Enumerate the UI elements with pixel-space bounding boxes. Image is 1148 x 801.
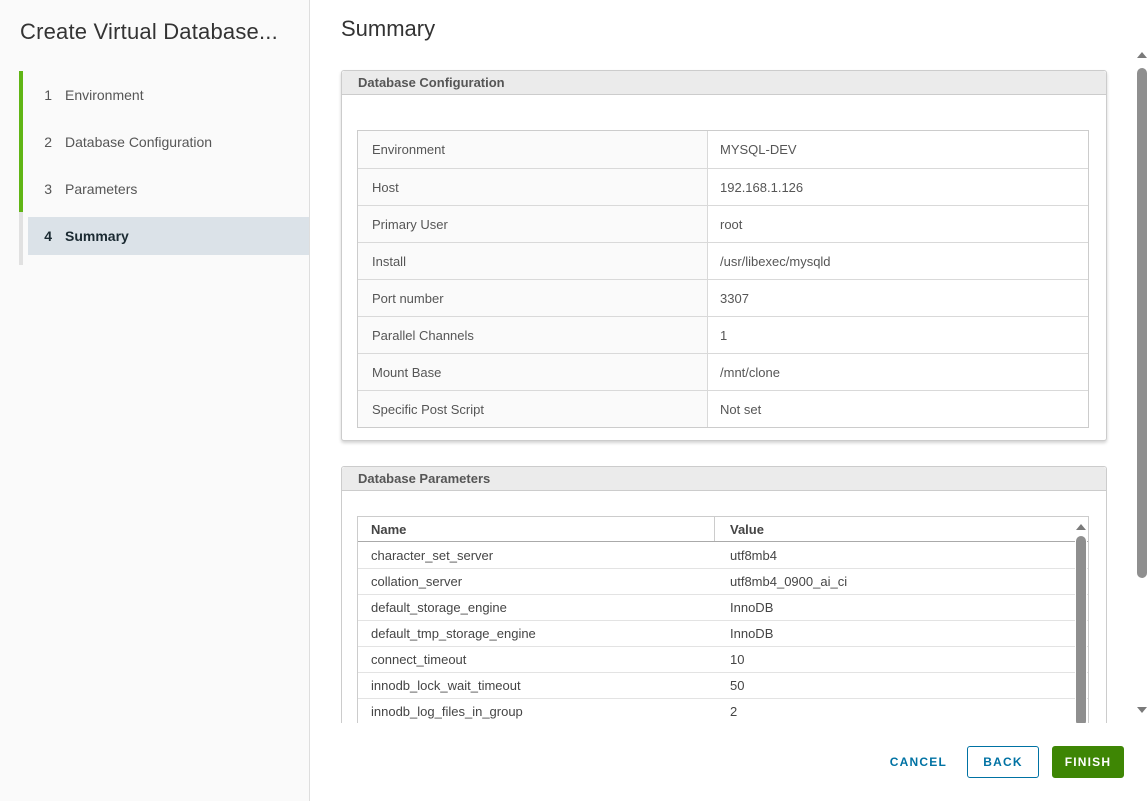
row-label: Install — [358, 243, 708, 279]
table-row: Host 192.168.1.126 — [358, 168, 1088, 205]
page-title: Summary — [341, 16, 435, 42]
table-row: Install /usr/libexec/mysqld — [358, 242, 1088, 279]
scroll-up-icon[interactable] — [1137, 52, 1147, 58]
row-label: Host — [358, 169, 708, 205]
step-summary-selected[interactable]: 4 Summary — [28, 217, 309, 255]
table-row: connect_timeout 10 — [358, 646, 1088, 672]
param-value: utf8mb4_0900_ai_ci — [714, 569, 1088, 594]
scrollbar-thumb[interactable] — [1137, 68, 1147, 578]
param-name: default_storage_engine — [358, 595, 714, 620]
param-name: default_tmp_storage_engine — [358, 621, 714, 646]
database-configuration-panel-body: Environment MYSQL-DEV Host 192.168.1.126… — [342, 95, 1106, 440]
row-label: Port number — [358, 280, 708, 316]
create-virtual-database-wizard: Create Virtual Database... 1 Environment… — [0, 0, 1148, 801]
scrollbar-thumb[interactable] — [1076, 536, 1086, 723]
row-label: Environment — [358, 131, 708, 168]
row-label: Specific Post Script — [358, 391, 708, 427]
wizard-step-list: 1 Environment 2 Database Configuration 3… — [0, 71, 309, 255]
scroll-up-icon[interactable] — [1076, 524, 1086, 530]
row-label: Primary User — [358, 206, 708, 242]
step-parameters[interactable]: 3 Parameters — [0, 165, 309, 212]
row-value: Not set — [708, 391, 1088, 427]
param-name: connect_timeout — [358, 647, 714, 672]
database-configuration-panel: Database Configuration Environment MYSQL… — [341, 70, 1107, 441]
cancel-button[interactable]: CANCEL — [880, 746, 957, 778]
wizard-content: Summary Database Configuration Environme… — [310, 0, 1148, 801]
content-scrollbar[interactable] — [1137, 50, 1147, 716]
table-row: innodb_lock_wait_timeout 50 — [358, 672, 1088, 698]
step-label: Database Configuration — [65, 134, 212, 150]
param-value: utf8mb4 — [714, 542, 1088, 568]
database-parameters-panel-body: Name Value character_set_server utf8mb4 … — [342, 491, 1106, 723]
row-value: /usr/libexec/mysqld — [708, 243, 1088, 279]
row-label: Parallel Channels — [358, 317, 708, 353]
table-row: Parallel Channels 1 — [358, 316, 1088, 353]
param-value: 50 — [714, 673, 1088, 698]
column-header-name: Name — [358, 517, 714, 541]
row-value: 1 — [708, 317, 1088, 353]
database-parameters-table: Name Value character_set_server utf8mb4 … — [357, 516, 1089, 723]
wizard-title: Create Virtual Database... — [20, 19, 278, 45]
row-value: root — [708, 206, 1088, 242]
table-row: Port number 3307 — [358, 279, 1088, 316]
step-number: 2 — [40, 134, 52, 150]
database-configuration-table: Environment MYSQL-DEV Host 192.168.1.126… — [357, 130, 1089, 428]
finish-button[interactable]: FINISH — [1052, 746, 1124, 778]
step-number: 1 — [40, 87, 52, 103]
param-name: innodb_lock_wait_timeout — [358, 673, 714, 698]
param-name: innodb_log_files_in_group — [358, 699, 714, 723]
step-label: Parameters — [65, 181, 137, 197]
back-button[interactable]: BACK — [967, 746, 1039, 778]
step-number: 3 — [40, 181, 52, 197]
table-row: innodb_log_files_in_group 2 — [358, 698, 1088, 723]
row-value: 192.168.1.126 — [708, 169, 1088, 205]
table-row: Specific Post Script Not set — [358, 390, 1088, 427]
column-header-value: Value — [714, 517, 1088, 541]
row-value: MYSQL-DEV — [708, 131, 1088, 168]
table-row: Environment MYSQL-DEV — [358, 131, 1088, 168]
step-database-configuration[interactable]: 2 Database Configuration — [0, 118, 309, 165]
table-row: collation_server utf8mb4_0900_ai_ci — [358, 568, 1088, 594]
table-row: default_tmp_storage_engine InnoDB — [358, 620, 1088, 646]
table-row: default_storage_engine InnoDB — [358, 594, 1088, 620]
step-number: 4 — [40, 228, 52, 244]
param-name: character_set_server — [358, 542, 714, 568]
step-label: Summary — [65, 228, 129, 244]
table-row: character_set_server utf8mb4 — [358, 542, 1088, 568]
database-parameters-panel-title: Database Parameters — [342, 467, 1106, 491]
row-label: Mount Base — [358, 354, 708, 390]
row-value: 3307 — [708, 280, 1088, 316]
param-value: 2 — [714, 699, 1088, 723]
table-row: Mount Base /mnt/clone — [358, 353, 1088, 390]
database-parameters-panel: Database Parameters Name Value character… — [341, 466, 1107, 723]
step-environment[interactable]: 1 Environment — [0, 71, 309, 118]
row-value: /mnt/clone — [708, 354, 1088, 390]
table-row: Primary User root — [358, 205, 1088, 242]
parameters-table-scrollbar[interactable] — [1075, 518, 1087, 723]
wizard-footer: CANCEL BACK FINISH — [310, 723, 1148, 801]
param-value: 10 — [714, 647, 1088, 672]
wizard-scroll-area: Summary Database Configuration Environme… — [310, 0, 1148, 723]
table-header-row: Name Value — [358, 517, 1088, 542]
database-configuration-panel-title: Database Configuration — [342, 71, 1106, 95]
scroll-down-icon[interactable] — [1137, 707, 1147, 713]
wizard-sidebar: Create Virtual Database... 1 Environment… — [0, 0, 310, 801]
param-value: InnoDB — [714, 595, 1088, 620]
param-name: collation_server — [358, 569, 714, 594]
param-value: InnoDB — [714, 621, 1088, 646]
step-label: Environment — [65, 87, 144, 103]
